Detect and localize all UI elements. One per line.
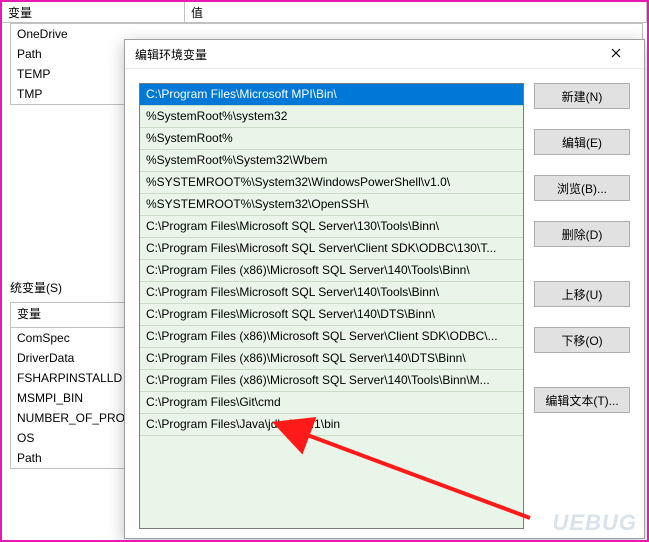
path-entry[interactable]: %SYSTEMROOT%\System32\OpenSSH\	[140, 194, 523, 216]
path-entry[interactable]: C:\Program Files\Java\jdk-12.0.1\bin	[140, 414, 523, 436]
new-button[interactable]: 新建(N)	[534, 83, 630, 109]
move-down-button[interactable]: 下移(O)	[534, 327, 630, 353]
titlebar: 编辑环境变量	[125, 40, 644, 69]
path-entry[interactable]: %SystemRoot%	[140, 128, 523, 150]
path-entry[interactable]: %SystemRoot%\system32	[140, 106, 523, 128]
close-button[interactable]	[596, 40, 636, 68]
path-entry[interactable]: C:\Program Files\Microsoft SQL Server\Cl…	[140, 238, 523, 260]
path-entry[interactable]: %SYSTEMROOT%\System32\WindowsPowerShell\…	[140, 172, 523, 194]
browse-button[interactable]: 浏览(B)...	[534, 175, 630, 201]
column-value: 值	[185, 2, 647, 22]
dialog-title: 编辑环境变量	[135, 46, 596, 63]
edit-text-button[interactable]: 编辑文本(T)...	[534, 387, 630, 413]
delete-button[interactable]: 删除(D)	[534, 221, 630, 247]
edit-button[interactable]: 编辑(E)	[534, 129, 630, 155]
path-entry[interactable]: C:\Program Files\Git\cmd	[140, 392, 523, 414]
path-entry[interactable]: C:\Program Files (x86)\Microsoft SQL Ser…	[140, 326, 523, 348]
path-entries-list[interactable]: C:\Program Files\Microsoft MPI\Bin\ %Sys…	[139, 83, 524, 529]
close-icon	[611, 47, 621, 61]
column-variable: 变量	[2, 2, 185, 22]
path-entry[interactable]: C:\Program Files\Microsoft SQL Server\14…	[140, 304, 523, 326]
user-vars-header: 变量 值	[2, 2, 647, 23]
path-entry[interactable]: C:\Program Files (x86)\Microsoft SQL Ser…	[140, 370, 523, 392]
edit-env-variable-dialog: 编辑环境变量 C:\Program Files\Microsoft MPI\Bi…	[124, 39, 645, 539]
path-entry[interactable]: C:\Program Files (x86)\Microsoft SQL Ser…	[140, 348, 523, 370]
move-up-button[interactable]: 上移(U)	[534, 281, 630, 307]
path-entry[interactable]: %SystemRoot%\System32\Wbem	[140, 150, 523, 172]
path-entry[interactable]: C:\Program Files (x86)\Microsoft SQL Ser…	[140, 260, 523, 282]
button-column: 新建(N) 编辑(E) 浏览(B)... 删除(D) 上移(U) 下移(O) 编…	[534, 83, 630, 529]
path-entry[interactable]: C:\Program Files\Microsoft SQL Server\13…	[140, 216, 523, 238]
path-entry[interactable]: C:\Program Files\Microsoft MPI\Bin\	[140, 84, 523, 106]
path-entry[interactable]: C:\Program Files\Microsoft SQL Server\14…	[140, 282, 523, 304]
